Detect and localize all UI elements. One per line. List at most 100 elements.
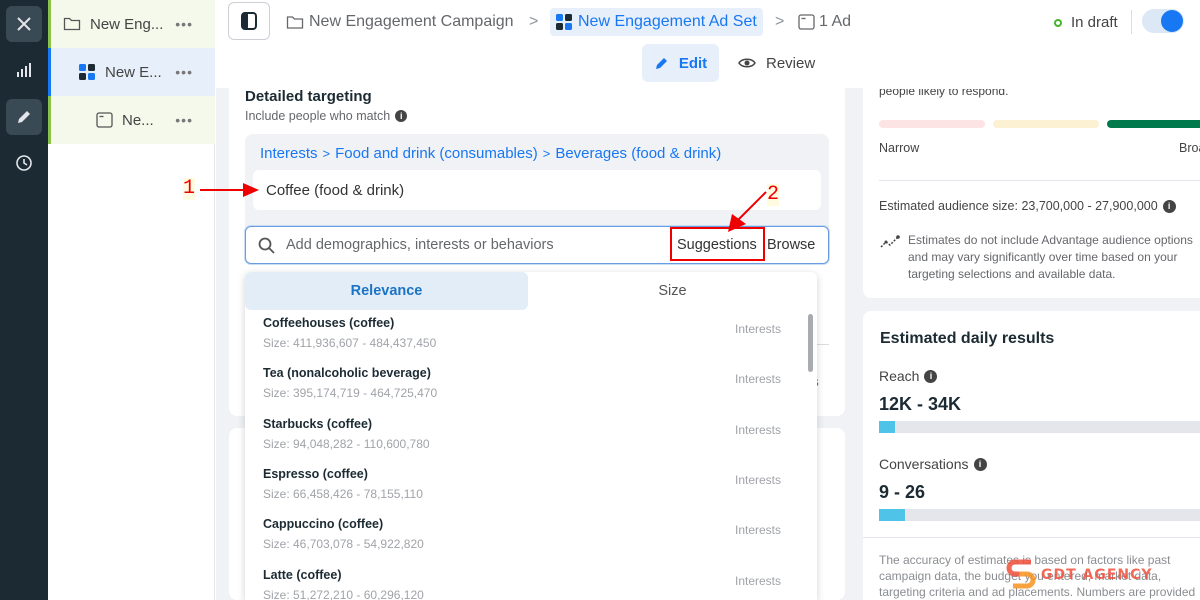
info-icon[interactable]: i	[395, 110, 408, 122]
suggestion-title: Cappuccino (coffee)	[263, 517, 384, 532]
info-icon[interactable]: i	[1162, 199, 1176, 213]
estimates-note: Estimates do not include Advantage audie…	[908, 232, 1200, 283]
trend-line-icon	[880, 235, 900, 248]
suggestion-category: Interests	[735, 322, 782, 336]
toggle-panel-button[interactable]	[228, 2, 270, 40]
path-interests[interactable]: Interests	[260, 145, 318, 163]
scrollbar-thumb[interactable]	[808, 314, 813, 372]
toggle-knob	[1161, 10, 1183, 32]
conversations-meter-fill	[879, 509, 906, 521]
path-food-drink[interactable]: Food and drink (consumables)	[335, 145, 538, 163]
section-title: Detailed targeting	[245, 88, 372, 105]
breadcrumb-campaign[interactable]: New Engagement Campaign	[286, 8, 514, 36]
reach-label: Reach i	[879, 368, 938, 384]
suggestion-category: Interests	[735, 422, 782, 437]
suggestion-item[interactable]: Latte (coffee) Size: 51,272,210 - 60,296,…	[263, 568, 783, 600]
search-placeholder: Add demographics, interests or behaviors	[286, 237, 554, 253]
suggestions-highlight-box	[670, 227, 765, 261]
tree-item-label: New E...	[105, 63, 162, 81]
watermark: GDT AGENCY	[1005, 556, 1153, 594]
tab-review-label: Review	[766, 54, 816, 72]
rail-history-button[interactable]	[6, 145, 42, 181]
divider	[863, 537, 1200, 538]
more-options-icon[interactable]: •••	[175, 16, 193, 32]
campaign-toggle[interactable]	[1142, 9, 1184, 33]
suggestion-size: Size: 94,048,282 - 110,600,780	[263, 436, 430, 451]
metric-label: Conversations	[879, 456, 969, 472]
suggestion-item[interactable]: Coffeehouses (coffee) Size: 411,936,607 -…	[263, 316, 783, 350]
campaign-tree: New Eng... ••• New E... ••• Ne... •••	[48, 0, 215, 600]
meter-middle-segment	[993, 120, 1099, 128]
breadcrumb-separator: >	[529, 13, 539, 30]
annotation-arrow-1-icon	[200, 183, 259, 197]
chart-icon	[17, 63, 31, 77]
meter-narrow-label: Narrow	[879, 141, 920, 155]
annotation-number-2: 2	[767, 183, 780, 206]
clock-icon	[16, 155, 32, 171]
tree-item-adset[interactable]: New E... •••	[48, 48, 215, 96]
rail-charts-button[interactable]	[6, 52, 42, 88]
sort-tab-size[interactable]: Size	[528, 272, 817, 310]
tree-item-campaign[interactable]: New Eng... •••	[48, 0, 215, 48]
status-text: In draft	[1071, 14, 1118, 31]
folder-icon	[286, 15, 304, 29]
audience-description: people likely to respond.	[879, 84, 1009, 98]
search-icon	[258, 237, 275, 254]
daily-results-title: Estimated daily results	[880, 330, 1055, 347]
breadcrumb-ad[interactable]: 1 Ad	[798, 8, 851, 36]
left-rail	[0, 0, 48, 600]
info-icon[interactable]: i	[973, 457, 987, 471]
more-options-icon[interactable]: •••	[175, 112, 193, 128]
suggestion-item[interactable]: Espresso (coffee) Size: 66,458,426 - 78,1…	[263, 467, 783, 501]
audience-definition-card: people likely to respond. Narrow Broad E…	[863, 74, 1200, 298]
tab-edit-label: Edit	[678, 54, 708, 72]
top-bar: New Engagement Campaign > New Engagement…	[216, 0, 1200, 44]
reach-meter-fill	[879, 421, 895, 433]
watermark-text: GDT AGENCY	[1041, 567, 1153, 583]
estimated-audience-size: Estimated audience size: 23,700,000 - 27…	[879, 199, 1176, 213]
suggestion-item[interactable]: Tea (nonalcoholic beverage) Size: 395,174…	[263, 366, 783, 400]
browse-button[interactable]: Browse	[767, 237, 815, 253]
tab-label: Size	[658, 283, 687, 299]
reach-meter	[879, 421, 1200, 433]
metric-label: Reach	[879, 368, 920, 384]
tab-label: Relevance	[350, 283, 423, 299]
audience-size-text: Estimated audience size: 23,700,000 - 27…	[879, 199, 1158, 213]
divider	[1131, 10, 1132, 34]
folder-icon	[63, 17, 81, 31]
selected-interest-label: Coffee (food & drink)	[266, 182, 405, 199]
meter-narrow-segment	[879, 120, 985, 128]
pencil-icon	[18, 111, 30, 123]
sort-tab-relevance[interactable]: Relevance	[245, 272, 528, 310]
sidebar-panel-icon	[241, 12, 257, 30]
adset-grid-icon	[79, 63, 95, 80]
reach-value: 12K - 34K	[879, 394, 962, 414]
suggestion-item[interactable]: Starbucks (coffee) Size: 94,048,282 - 110…	[263, 417, 783, 451]
status-badge: In draft	[1054, 14, 1118, 31]
breadcrumb-label: 1 Ad	[819, 13, 852, 30]
adset-grid-icon	[556, 13, 572, 30]
suggestion-size: Size: 411,936,607 - 484,437,450	[263, 336, 437, 350]
gdt-logo-icon	[1006, 559, 1036, 589]
divider	[879, 180, 1200, 181]
tab-review[interactable]: Review	[738, 44, 815, 82]
suggestion-item[interactable]: Cappuccino (coffee) Size: 46,703,078 - 54…	[263, 517, 783, 551]
suggestion-title: Espresso (coffee)	[263, 466, 368, 481]
conversations-label: Conversations i	[879, 456, 987, 472]
rail-edit-button[interactable]	[6, 99, 42, 135]
ad-window-icon	[798, 14, 815, 30]
tab-edit[interactable]: Edit	[642, 44, 719, 82]
breadcrumb-adset[interactable]: New Engagement Ad Set	[550, 8, 763, 36]
note-rest: and may vary significantly over time bas…	[908, 250, 1178, 281]
info-icon[interactable]: i	[924, 369, 938, 383]
breadcrumb-separator: >	[775, 13, 785, 30]
more-options-icon[interactable]: •••	[175, 64, 193, 80]
path-beverages[interactable]: Beverages (food & drink)	[555, 145, 721, 163]
suggestion-size: Size: 66,458,426 - 78,155,110	[263, 486, 423, 501]
tree-item-label: Ne...	[122, 111, 154, 129]
suggestion-category: Interests	[735, 523, 782, 538]
close-button[interactable]	[6, 6, 42, 42]
suggestion-size: Size: 395,174,719 - 464,725,470	[263, 386, 438, 401]
suggestion-title: Starbucks (coffee)	[263, 416, 373, 431]
tree-item-ad[interactable]: Ne... •••	[48, 96, 215, 144]
